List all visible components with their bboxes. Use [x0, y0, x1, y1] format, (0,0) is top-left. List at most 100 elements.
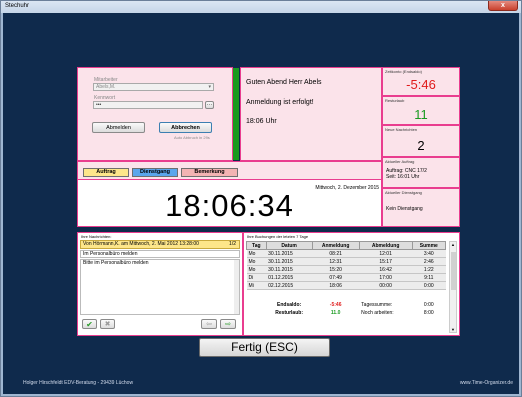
tab-dienstgang[interactable]: Dienstgang [132, 168, 178, 177]
cell-logout: 12:01 [359, 249, 413, 258]
bookings-caption: Ihre Buchungen der letzten 7 Tage [247, 234, 309, 239]
clock-panel: Mittwoch, 2. Dezember 2015 18:06:34 [77, 179, 382, 227]
time-account-box: Zeitkonto (Endsaldo) -5:46 [382, 67, 460, 96]
message-page: 1/2 [229, 241, 236, 247]
finish-button[interactable]: Fertig (ESC) [199, 338, 330, 357]
bookings-panel: Ihre Buchungen der letzten 7 Tage Tag Da… [243, 232, 460, 336]
spacer-row [247, 290, 446, 301]
table-row[interactable]: Mi 02.12.2015 18:06 00:00 0:00 [246, 281, 446, 290]
table-header-row: Tag Datum Anmeldung Abmeldung Summe [246, 241, 447, 250]
day-sum-value: 0:00 [423, 301, 434, 308]
current-trip-caption: Aktueller Dienstgang [385, 190, 422, 195]
prev-message-button[interactable]: ⇦ [201, 319, 217, 329]
current-order-caption: Aktueller Auftrag [385, 159, 415, 164]
cross-icon: ✖ [104, 321, 111, 328]
auto-cancel-note: Auto Abbruch in 29s [174, 135, 210, 140]
welcome-panel: Guten Abend Herr Abels Anmeldung ist erf… [240, 67, 382, 161]
cell-date: 02.12.2015 [266, 281, 313, 290]
table-row[interactable]: Mo 30.11.2015 08:21 12:01 3:40 [246, 249, 446, 258]
still-work-value: 8:00 [423, 309, 434, 316]
cell-date: 30.11.2015 [266, 249, 313, 258]
column-header: Datum [265, 241, 313, 250]
confirm-message-button[interactable]: ✔ [82, 319, 97, 329]
cell-day: Di [246, 273, 267, 282]
keyboard-button[interactable]: … [205, 101, 214, 109]
messages-caption: Ihre Nachrichten: [81, 234, 112, 239]
messages-count-box: Neue Nachrichten 2 [382, 125, 460, 157]
message-header: Von Hörmann,K. am Mittwoch, 2. Mai 2012 … [80, 240, 240, 249]
column-header: Anmeldung [311, 241, 360, 250]
chevron-down-icon: ▾ [208, 84, 211, 90]
cancel-button[interactable]: Abbrechen [159, 122, 212, 133]
stechuhr-window: Stechuhr x Mitarbeiter Abels,M. ▾ Kennwo… [0, 0, 522, 397]
greeting-text: Guten Abend Herr Abels [246, 79, 322, 86]
cell-sum: 1:22 [412, 265, 446, 274]
vacation-row: Resturlaub: 11.0 Noch arbeiten: 8:00 [247, 309, 446, 317]
cell-date: 01.12.2015 [266, 273, 313, 282]
cell-logout: 17:00 [359, 273, 413, 282]
footer-website: www.Time-Organizer.de [459, 380, 513, 386]
cell-login: 15:20 [312, 265, 360, 274]
action-tabs: Auftrag Dienstgang Bemerkung [77, 161, 382, 181]
vacation-caption: Resturlaub [385, 98, 405, 103]
time-account-caption: Zeitkonto (Endsaldo) [385, 69, 422, 74]
current-order-box: Aktueller Auftrag Auftrag: CNC 17/2 Seit… [382, 157, 460, 188]
password-field[interactable]: ••• [93, 101, 203, 109]
cell-logout: 15:17 [359, 257, 413, 266]
message-body-text: Bitte im Personalbüro melden [83, 260, 149, 266]
scrollbar-thumb[interactable] [451, 252, 456, 290]
messages-count-value: 2 [417, 138, 425, 153]
next-message-button[interactable]: ⇨ [220, 319, 236, 329]
footer-company: Holger Hirschfeldt EDV-Beratung - 29439 … [23, 380, 134, 386]
login-status-text: Anmeldung ist erfolgt! [246, 99, 314, 106]
arrow-left-icon: ⇦ [206, 321, 212, 328]
cell-login: 07:49 [312, 273, 360, 282]
messages-panel: Ihre Nachrichten: Von Hörmann,K. am Mitt… [77, 232, 243, 336]
message-scrollbar[interactable] [234, 260, 239, 314]
cell-date: 30.11.2015 [266, 257, 313, 266]
end-balance-row: Endsaldo: -5:46 Tagessumme: 0:00 [247, 301, 446, 309]
cell-logout: 16:42 [359, 265, 413, 274]
column-header: Summe [411, 241, 447, 250]
employee-select[interactable]: Abels,M. ▾ [93, 83, 214, 91]
bookings-table: Tag Datum Anmeldung Abmeldung Summe Mo 3… [246, 241, 447, 317]
cell-sum: 9:11 [412, 273, 446, 282]
current-trip-box: Aktueller Dienstgang Kein Dienstgang [382, 188, 460, 227]
tab-auftrag[interactable]: Auftrag [83, 168, 129, 177]
column-header: Abmeldung [358, 241, 413, 250]
logout-button[interactable]: Abmelden [92, 122, 145, 133]
cell-login: 12:31 [312, 257, 360, 266]
end-balance-label: Endsaldo: [277, 301, 302, 308]
table-row[interactable]: Mo 30.11.2015 15:20 16:42 1:22 [246, 265, 446, 274]
bookings-scrollbar[interactable]: ▲ ▼ [449, 241, 457, 333]
vacation-remaining-value: 11.0 [330, 309, 341, 316]
end-balance-value: -5:46 [329, 301, 342, 308]
day-sum-label: Tagessumme: [361, 301, 393, 308]
message-body: Bitte im Personalbüro melden [80, 259, 240, 315]
tab-bemerkung[interactable]: Bemerkung [181, 168, 238, 177]
title-bar: Stechuhr x [1, 1, 521, 13]
table-row[interactable]: Di 01.12.2015 07:49 17:00 9:11 [246, 273, 446, 282]
arrow-right-icon: ⇨ [225, 321, 231, 328]
cell-day: Mo [246, 257, 267, 266]
login-panel: Mitarbeiter Abels,M. ▾ Kennwort ••• … Ab… [77, 67, 233, 161]
vacation-value: 11 [414, 107, 428, 122]
employee-value: Abels,M. [96, 84, 116, 90]
main-area: Mitarbeiter Abels,M. ▾ Kennwort ••• … Ab… [3, 13, 519, 394]
cell-day: Mo [246, 265, 267, 274]
vacation-box: Resturlaub 11 [382, 96, 460, 125]
column-header: Tag [246, 241, 267, 250]
cell-date: 30.11.2015 [266, 265, 313, 274]
cell-login: 08:21 [312, 249, 360, 258]
close-button[interactable]: x [488, 1, 518, 11]
delete-message-button[interactable]: ✖ [100, 319, 115, 329]
current-time: 18:06:34 [165, 188, 294, 223]
current-order-line2: Seit: 16:01 Uhr [386, 174, 420, 180]
table-row[interactable]: Mo 30.11.2015 12:31 15:17 2:46 [246, 257, 446, 266]
cell-sum: 0:00 [412, 281, 446, 290]
still-work-label: Noch arbeiten: [361, 309, 394, 316]
messages-count-caption: Neue Nachrichten [385, 127, 418, 132]
cell-sum: 3:40 [412, 249, 446, 258]
cell-day: Mi [246, 281, 267, 290]
cell-sum: 2:46 [412, 257, 446, 266]
